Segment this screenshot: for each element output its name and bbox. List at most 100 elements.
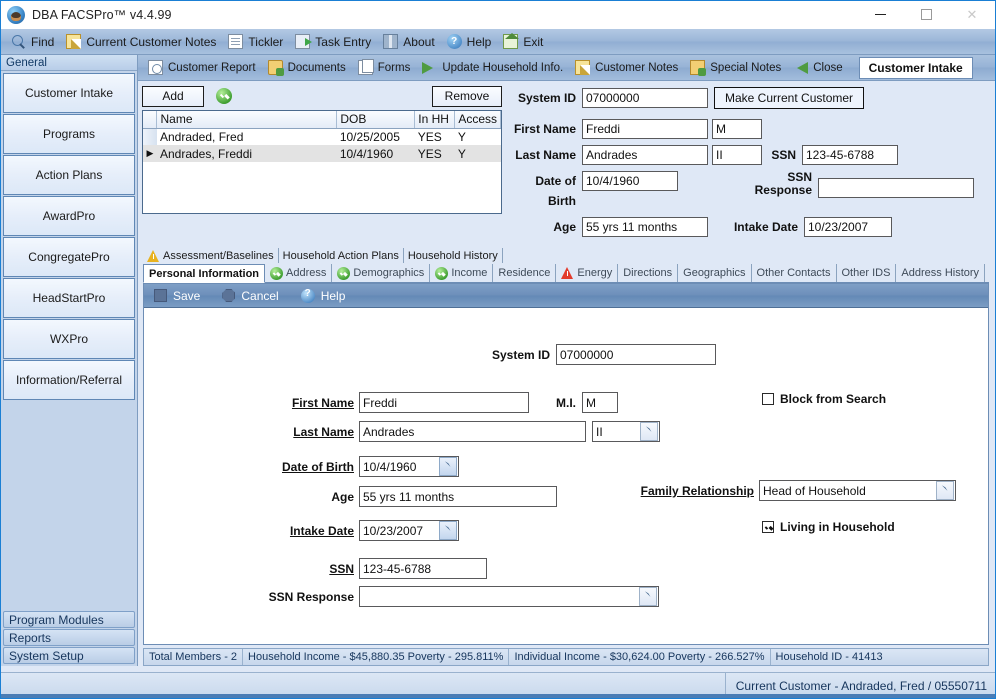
- toolbar-item-help[interactable]: Help: [445, 30, 502, 54]
- toolbar-item-tickler[interactable]: Tickler: [226, 30, 293, 54]
- system-id-input[interactable]: 07000000: [582, 88, 708, 108]
- column-header-dob[interactable]: DOB: [336, 111, 416, 129]
- column-header-in-hh[interactable]: In HH: [414, 111, 456, 129]
- toolbar-item-task-entry[interactable]: Task Entry: [293, 30, 381, 54]
- family-relationship-select[interactable]: Head of Household: [759, 480, 956, 501]
- form-help-button[interactable]: Help: [300, 288, 368, 303]
- subtoolbar-item-forms[interactable]: Forms: [356, 56, 421, 80]
- table-header: Name DOB In HH Access: [143, 111, 501, 129]
- maximize-button[interactable]: [903, 1, 949, 28]
- chevron-down-icon[interactable]: [439, 457, 457, 476]
- active-module-chip[interactable]: Customer Intake: [858, 56, 973, 79]
- chevron-down-icon[interactable]: [639, 587, 657, 606]
- tab-directions[interactable]: Directions: [618, 264, 679, 282]
- block-from-search-checkbox[interactable]: [762, 393, 774, 405]
- chevron-down-icon[interactable]: [936, 481, 954, 500]
- sidebar-item-information-referral[interactable]: Information/Referral: [3, 360, 135, 400]
- cancel-button[interactable]: Cancel: [222, 289, 300, 303]
- table-row[interactable]: Andraded, Fred 10/25/2005 YES Y: [143, 128, 501, 145]
- forms-icon: [357, 59, 374, 75]
- form-dob-datepicker[interactable]: 10/4/1960: [359, 456, 459, 477]
- middle-initial-input[interactable]: M: [712, 119, 762, 139]
- close-button[interactable]: ✕: [949, 1, 995, 28]
- cell-in-hh: YES: [417, 129, 442, 144]
- cell-name: Andraded, Fred: [159, 129, 244, 144]
- toolbar-item-current-customer-notes[interactable]: Current Customer Notes: [64, 30, 226, 54]
- save-button[interactable]: Save: [154, 289, 222, 303]
- form-suffix-select[interactable]: II: [592, 421, 660, 442]
- tab-geographics[interactable]: Geographics: [678, 264, 752, 282]
- form-age-input[interactable]: 55 yrs 11 months: [359, 486, 557, 507]
- cell-dob: 10/25/2005: [339, 129, 400, 144]
- dob-input[interactable]: 10/4/1960: [582, 171, 678, 191]
- chevron-down-icon[interactable]: [439, 521, 457, 540]
- sidebar-item-wxpro[interactable]: WXPro: [3, 319, 135, 359]
- toolbar-label: About: [403, 34, 435, 49]
- tab-residence[interactable]: Residence: [493, 264, 557, 282]
- tab-label: Other IDS: [841, 267, 891, 279]
- ssn-input[interactable]: 123-45-6788: [802, 145, 898, 165]
- minimize-button[interactable]: [857, 1, 903, 28]
- age-input[interactable]: 55 yrs 11 months: [582, 217, 708, 237]
- tab-energy[interactable]: Energy: [556, 264, 619, 282]
- sidebar-item-programs[interactable]: Programs: [3, 114, 135, 154]
- sidebar-item-headstartpro[interactable]: HeadStartPro: [3, 278, 135, 318]
- toolbar-item-about[interactable]: About: [381, 30, 444, 54]
- suffix-input[interactable]: II: [712, 145, 762, 165]
- toolbar-label: Task Entry: [315, 34, 372, 49]
- make-current-customer-button[interactable]: Make Current Customer: [714, 87, 865, 109]
- help-icon: [300, 288, 315, 303]
- tab-address[interactable]: Address: [265, 264, 333, 282]
- tab-assessment-baselines[interactable]: Assessment/Baselines: [143, 248, 279, 263]
- sidebar-item-system-setup[interactable]: System Setup: [3, 647, 135, 664]
- tab-household-action-plans[interactable]: Household Action Plans: [279, 248, 404, 263]
- first-name-input[interactable]: Freddi: [582, 119, 708, 139]
- tab-personal-information[interactable]: Personal Information: [143, 264, 266, 283]
- form-last-name-input[interactable]: Andrades: [359, 421, 586, 442]
- status-total-members: Total Members - 2: [144, 649, 244, 665]
- column-header-access[interactable]: Access: [454, 111, 501, 129]
- tab-household-history[interactable]: Household History: [404, 248, 503, 263]
- last-name-input[interactable]: Andrades: [582, 145, 708, 165]
- tab-address-history[interactable]: Address History: [896, 264, 986, 282]
- subtoolbar-item-update-household-info[interactable]: Update Household Info.: [420, 56, 573, 80]
- sidebar-header: General: [1, 55, 137, 71]
- subtoolbar-item-special-notes[interactable]: Special Notes: [688, 56, 791, 80]
- remove-button[interactable]: Remove: [432, 85, 502, 107]
- add-button[interactable]: Add: [142, 85, 204, 107]
- living-in-household-checkbox[interactable]: [762, 521, 774, 533]
- column-header-name[interactable]: Name: [156, 111, 338, 129]
- search-icon: [11, 34, 26, 49]
- sidebar-item-action-plans[interactable]: Action Plans: [3, 155, 135, 195]
- subtoolbar-item-customer-report[interactable]: Customer Report: [146, 56, 266, 80]
- living-in-household-checkbox-row[interactable]: Living in Household: [762, 520, 895, 534]
- sidebar-item-program-modules[interactable]: Program Modules: [3, 611, 135, 628]
- subtoolbar-item-close[interactable]: Close: [791, 56, 852, 80]
- tab-other-contacts[interactable]: Other Contacts: [752, 264, 837, 282]
- sidebar-item-customer-intake[interactable]: Customer Intake: [3, 73, 135, 113]
- tab-demographics[interactable]: Demographics: [332, 264, 431, 282]
- ssn-response-input[interactable]: [818, 178, 974, 198]
- sidebar-item-awardpro[interactable]: AwardPro: [3, 196, 135, 236]
- tab-other-ids[interactable]: Other IDS: [837, 264, 897, 282]
- form-intake-date-datepicker[interactable]: 10/23/2007: [359, 520, 459, 541]
- block-from-search-checkbox-row[interactable]: Block from Search: [762, 392, 886, 406]
- form-ssn-response-select[interactable]: [359, 586, 659, 607]
- form-ssn-input[interactable]: 123-45-6788: [359, 558, 487, 579]
- intake-date-input[interactable]: 10/23/2007: [804, 217, 892, 237]
- household-members-grid[interactable]: Name DOB In HH Access Andraded, Fred 10/…: [142, 110, 502, 214]
- toolbar-item-find[interactable]: Find: [9, 30, 64, 54]
- subtoolbar-item-customer-notes[interactable]: Customer Notes: [573, 56, 688, 80]
- tab-income[interactable]: Income: [430, 264, 494, 282]
- table-row[interactable]: ▶ Andrades, Freddi 10/4/1960 YES Y: [143, 145, 501, 162]
- toolbar-item-exit[interactable]: Exit: [501, 30, 553, 54]
- sidebar-item-reports[interactable]: Reports: [3, 629, 135, 646]
- subtoolbar-label: Special Notes: [710, 61, 782, 74]
- subtoolbar-item-documents[interactable]: Documents: [266, 56, 356, 80]
- sidebar-item-congregatepro[interactable]: CongregatePro: [3, 237, 135, 277]
- subtoolbar-label: Forms: [377, 61, 411, 74]
- form-system-id-input[interactable]: 07000000: [556, 344, 716, 365]
- form-first-name-input[interactable]: Freddi: [359, 392, 529, 413]
- form-mi-input[interactable]: M: [582, 392, 618, 413]
- chevron-down-icon[interactable]: [640, 422, 658, 441]
